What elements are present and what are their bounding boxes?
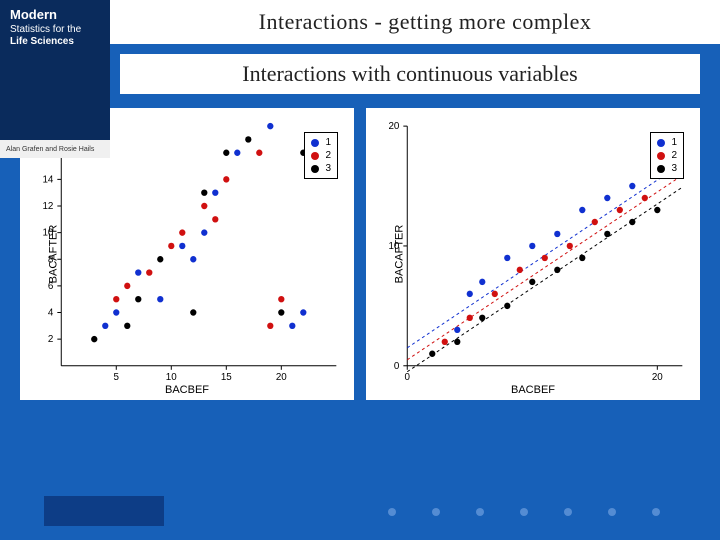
book-title-line2: Statistics for the: [10, 24, 100, 35]
legend-label: 3: [325, 162, 331, 175]
slide-subtitle: Interactions with continuous variables: [120, 54, 700, 94]
legend-row: 3: [311, 162, 331, 175]
legend-label: 2: [671, 149, 677, 162]
chart-left-xlabel: BACBEF: [165, 384, 209, 396]
footer-dots: [388, 508, 660, 516]
legend-label: 1: [325, 136, 331, 149]
legend-dot-icon: [311, 139, 319, 147]
book-cover: Modern Statistics for the Life Sciences: [0, 0, 110, 140]
chart-right-xlabel: BACBEF: [511, 384, 555, 396]
svg-text:20: 20: [388, 121, 399, 132]
legend-label: 3: [671, 162, 677, 175]
legend-dot-icon: [657, 152, 665, 160]
book-title-line1: Modern: [10, 8, 100, 22]
book-title-line3: Life Sciences: [10, 36, 100, 47]
svg-text:15: 15: [221, 372, 232, 383]
chart-right-ylabel: BACAFTER: [393, 225, 405, 284]
svg-text:5: 5: [114, 372, 120, 383]
chart-left-ylabel: BACAFTER: [47, 225, 59, 284]
footer-dot-icon: [432, 508, 440, 516]
slide-title: Interactions - getting more complex: [130, 9, 720, 35]
chart-left-legend: 123: [304, 132, 338, 179]
legend-label: 1: [671, 136, 677, 149]
footer-dot-icon: [388, 508, 396, 516]
slide-footer: [0, 480, 720, 540]
legend-dot-icon: [657, 139, 665, 147]
footer-dot-icon: [520, 508, 528, 516]
svg-text:0: 0: [394, 361, 400, 372]
svg-text:10: 10: [166, 372, 177, 383]
svg-text:0: 0: [405, 372, 411, 383]
footer-dot-icon: [564, 508, 572, 516]
chart-right-legend: 123: [650, 132, 684, 179]
chart-right-panel: 02001020 BACAFTER BACBEF 123: [366, 108, 700, 400]
legend-label: 2: [325, 149, 331, 162]
legend-row: 1: [657, 136, 677, 149]
footer-dot-icon: [608, 508, 616, 516]
legend-row: 1: [311, 136, 331, 149]
svg-text:20: 20: [276, 372, 287, 383]
legend-dot-icon: [657, 165, 665, 173]
svg-text:4: 4: [48, 307, 54, 318]
svg-text:12: 12: [42, 201, 53, 212]
legend-row: 3: [657, 162, 677, 175]
legend-row: 2: [311, 149, 331, 162]
svg-text:14: 14: [42, 174, 53, 185]
legend-dot-icon: [311, 152, 319, 160]
svg-text:20: 20: [652, 372, 663, 383]
legend-dot-icon: [311, 165, 319, 173]
book-authors: Alan Grafen and Rosie Hails: [0, 140, 110, 158]
footer-dot-icon: [476, 508, 484, 516]
legend-row: 2: [657, 149, 677, 162]
footer-block: [44, 496, 164, 526]
footer-dot-icon: [652, 508, 660, 516]
svg-text:2: 2: [48, 334, 54, 345]
